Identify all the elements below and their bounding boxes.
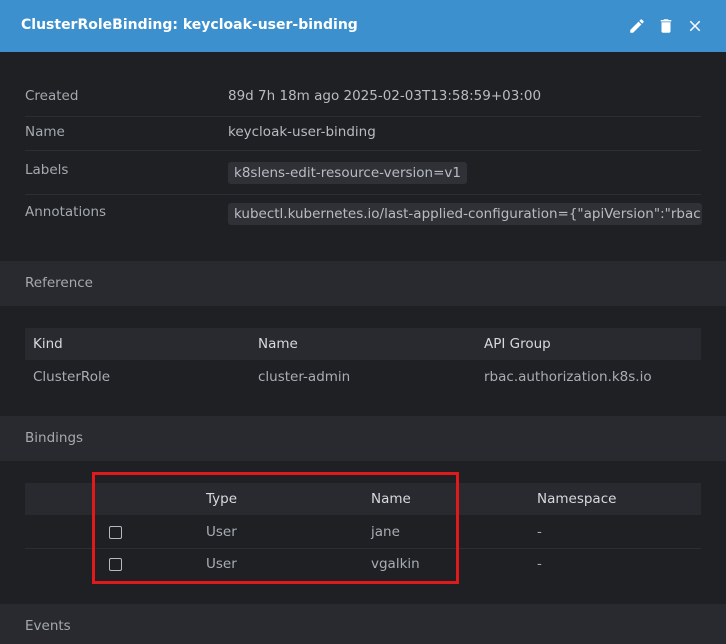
name-label: Name bbox=[25, 124, 65, 140]
label-chip: k8slens-edit-resource-version=v1 bbox=[228, 162, 467, 184]
annotation-chip: kubectl.kubernetes.io/last-applied-confi… bbox=[228, 203, 702, 225]
divider bbox=[25, 116, 701, 117]
close-icon[interactable] bbox=[686, 17, 704, 35]
divider bbox=[25, 150, 701, 151]
divider bbox=[25, 548, 701, 549]
bindings-section-header: Bindings bbox=[0, 416, 726, 461]
bindings-section-title: Bindings bbox=[25, 430, 84, 446]
created-label: Created bbox=[25, 88, 79, 104]
events-section-header: Events bbox=[0, 604, 726, 644]
name-value: keycloak-user-binding bbox=[228, 124, 376, 140]
events-section-title: Events bbox=[25, 618, 71, 634]
labels-label: Labels bbox=[25, 162, 69, 178]
reference-kind: ClusterRole bbox=[33, 369, 111, 385]
column-header-type[interactable]: Type bbox=[206, 491, 237, 507]
column-header-namespace[interactable]: Namespace bbox=[537, 491, 616, 507]
binding-name: jane bbox=[371, 524, 400, 540]
binding-type: User bbox=[206, 556, 237, 572]
reference-name: cluster-admin bbox=[258, 369, 351, 385]
binding-namespace: - bbox=[537, 524, 542, 540]
binding-type: User bbox=[206, 524, 237, 540]
binding-name: vgalkin bbox=[371, 556, 420, 572]
column-header-api-group[interactable]: API Group bbox=[484, 336, 551, 352]
reference-table-header: Kind Name API Group bbox=[25, 328, 701, 360]
binding-namespace: - bbox=[537, 556, 542, 572]
annotations-label: Annotations bbox=[25, 204, 107, 220]
delete-icon[interactable] bbox=[657, 17, 675, 35]
column-header-name[interactable]: Name bbox=[371, 491, 411, 507]
drawer-title-bar: ClusterRoleBinding: keycloak-user-bindin… bbox=[0, 0, 726, 52]
edit-icon[interactable] bbox=[628, 17, 646, 35]
bindings-table-header: Type Name Namespace bbox=[25, 483, 701, 515]
created-value: 89d 7h 18m ago 2025-02-03T13:58:59+03:00 bbox=[228, 88, 542, 104]
column-header-kind[interactable]: Kind bbox=[33, 336, 63, 352]
column-header-name[interactable]: Name bbox=[258, 336, 298, 352]
divider bbox=[25, 194, 701, 195]
drawer-title: ClusterRoleBinding: keycloak-user-bindin… bbox=[21, 17, 358, 33]
row-checkbox[interactable] bbox=[109, 558, 122, 571]
reference-section-header: Reference bbox=[0, 261, 726, 306]
row-checkbox[interactable] bbox=[109, 526, 122, 539]
reference-section-title: Reference bbox=[25, 275, 93, 291]
reference-api-group: rbac.authorization.k8s.io bbox=[484, 369, 652, 385]
